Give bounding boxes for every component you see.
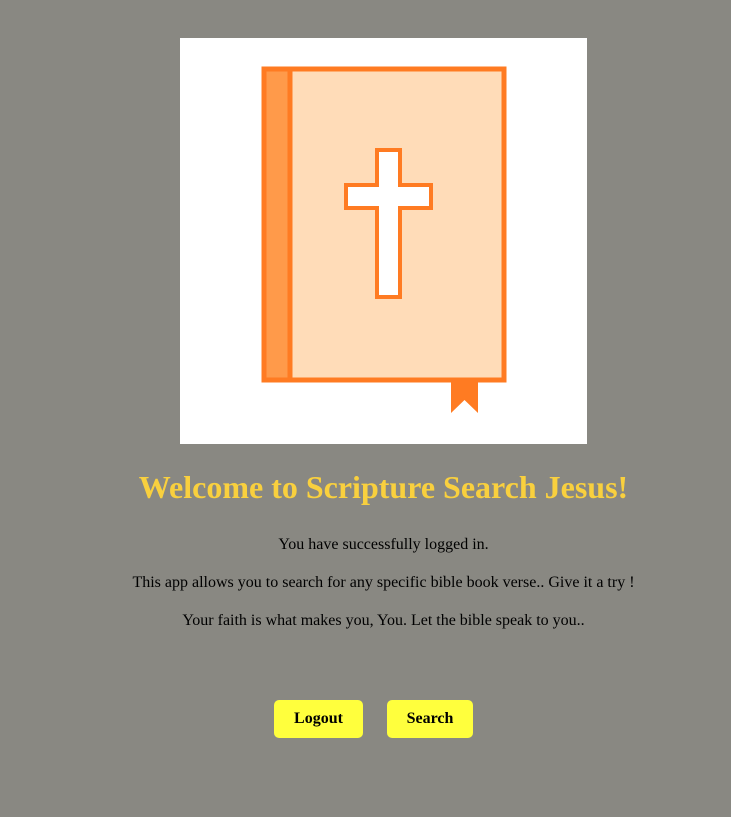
- bible-book-icon: [261, 66, 507, 413]
- faith-message: Your faith is what makes you, You. Let t…: [182, 612, 585, 629]
- book-spine: [261, 66, 293, 383]
- page-title: Welcome to Scripture Search Jesus!: [138, 469, 629, 505]
- logout-button[interactable]: Logout: [274, 700, 363, 738]
- app-description: This app allows you to search for any sp…: [132, 574, 635, 591]
- bible-logo: [180, 38, 587, 444]
- bookmark-ribbon: [451, 380, 478, 413]
- search-button[interactable]: Search: [387, 700, 473, 738]
- login-success-message: You have successfully logged in.: [278, 536, 489, 553]
